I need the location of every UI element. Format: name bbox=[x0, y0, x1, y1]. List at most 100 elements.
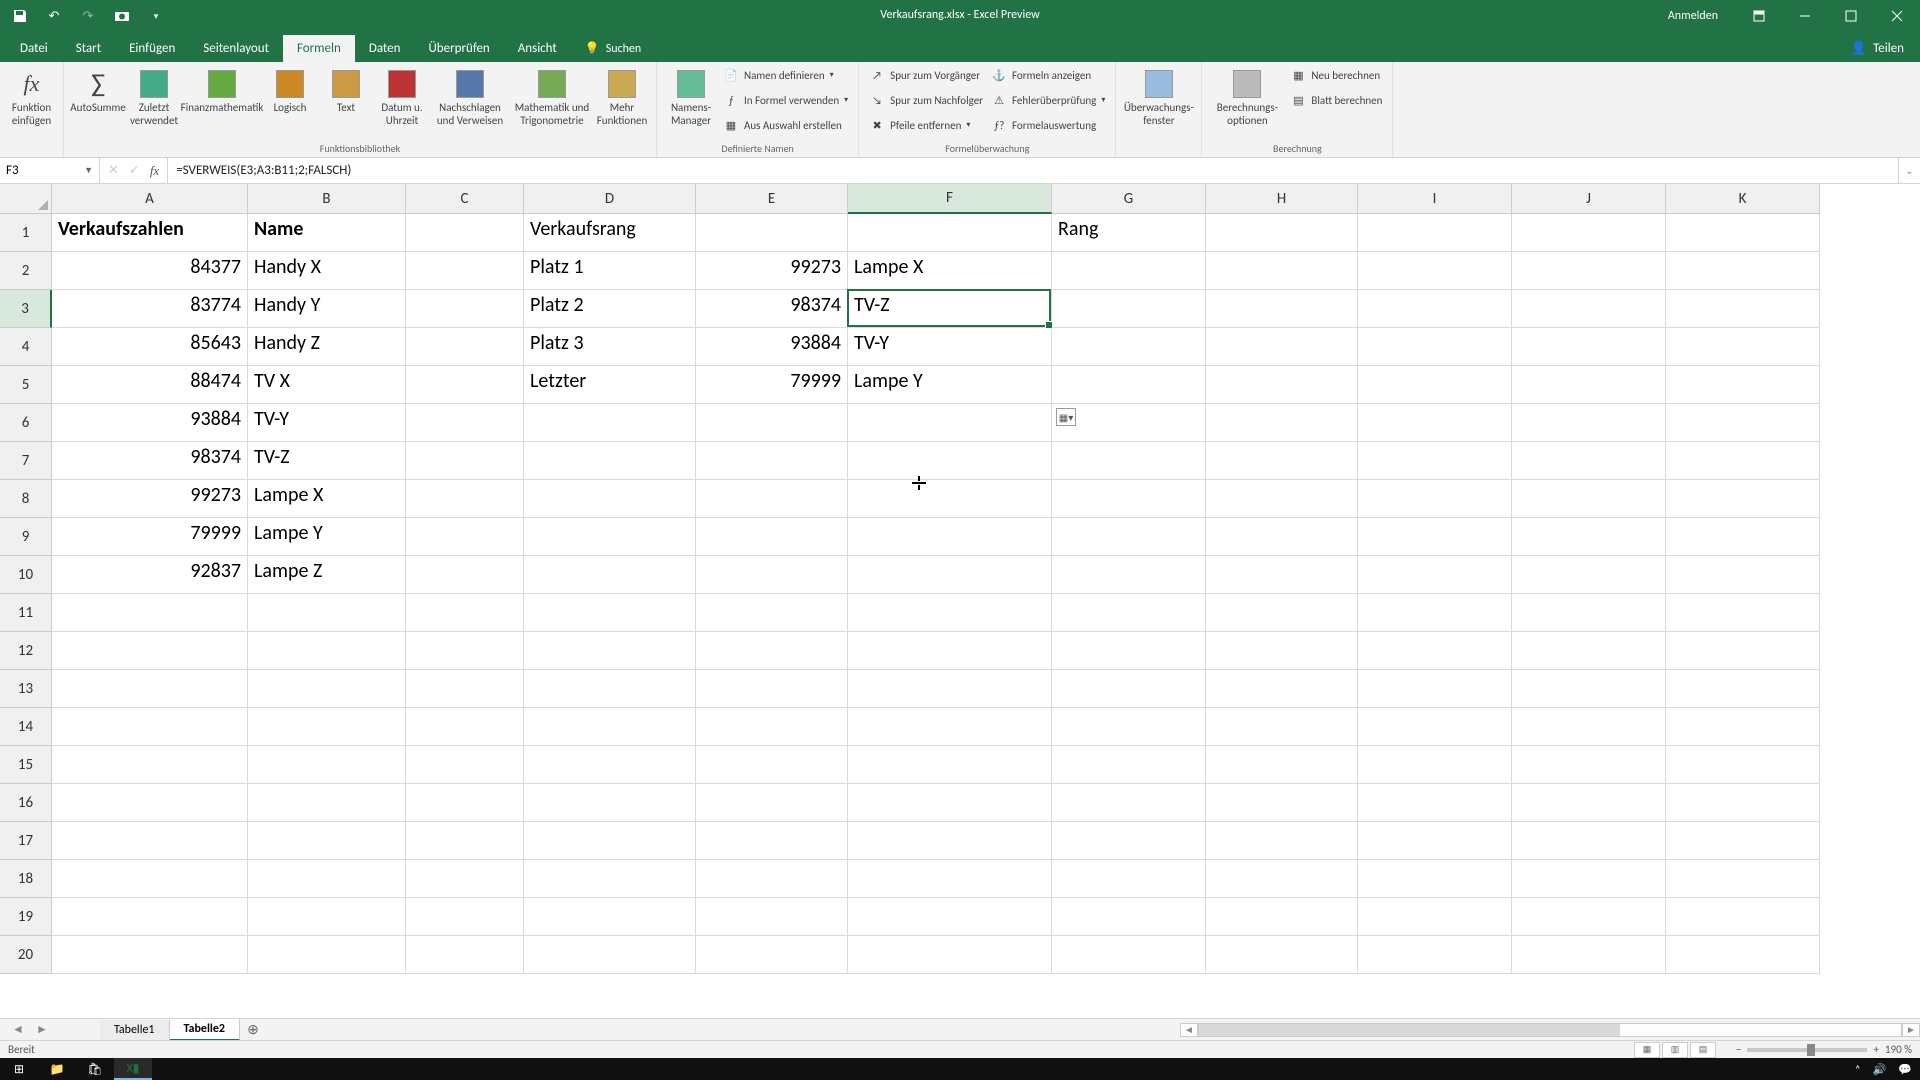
cell-E5[interactable]: 79999 bbox=[696, 366, 848, 404]
cell-A16[interactable] bbox=[52, 784, 248, 822]
cell-B18[interactable] bbox=[248, 860, 406, 898]
cell-G1[interactable]: Rang bbox=[1052, 214, 1206, 252]
cell-K18[interactable] bbox=[1666, 860, 1820, 898]
cell-J2[interactable] bbox=[1512, 252, 1666, 290]
cell-D7[interactable] bbox=[524, 442, 696, 480]
cell-H2[interactable] bbox=[1206, 252, 1358, 290]
horizontal-scrollbar[interactable]: ◄ ► bbox=[1180, 1023, 1920, 1037]
col-header-H[interactable]: H bbox=[1206, 184, 1358, 214]
autofill-options-button[interactable]: ▦▾ bbox=[1056, 408, 1076, 426]
cell-B10[interactable]: Lampe Z bbox=[248, 556, 406, 594]
cell-B6[interactable]: TV-Y bbox=[248, 404, 406, 442]
col-header-K[interactable]: K bbox=[1666, 184, 1820, 214]
lookup-button[interactable]: Nachschlagen und Verweisen bbox=[430, 64, 510, 127]
volume-icon[interactable]: 🔊 bbox=[1873, 1063, 1887, 1076]
cell-H8[interactable] bbox=[1206, 480, 1358, 518]
cell-F9[interactable] bbox=[848, 518, 1052, 556]
cell-J8[interactable] bbox=[1512, 480, 1666, 518]
row-header-20[interactable]: 20 bbox=[0, 936, 52, 974]
notifications-icon[interactable]: 💬 bbox=[1898, 1063, 1912, 1076]
cell-D18[interactable] bbox=[524, 860, 696, 898]
cell-F8[interactable] bbox=[848, 480, 1052, 518]
row-header-12[interactable]: 12 bbox=[0, 632, 52, 670]
tray-up-icon[interactable]: ˄ bbox=[1855, 1063, 1861, 1076]
col-header-J[interactable]: J bbox=[1512, 184, 1666, 214]
cell-A12[interactable] bbox=[52, 632, 248, 670]
row-header-14[interactable]: 14 bbox=[0, 708, 52, 746]
scroll-thumb[interactable] bbox=[1199, 1024, 1620, 1036]
cell-E16[interactable] bbox=[696, 784, 848, 822]
cell-J7[interactable] bbox=[1512, 442, 1666, 480]
cell-C6[interactable] bbox=[406, 404, 524, 442]
cell-K6[interactable] bbox=[1666, 404, 1820, 442]
cell-J6[interactable] bbox=[1512, 404, 1666, 442]
define-name-button[interactable]: 📄Namen definieren ▾ bbox=[723, 64, 848, 86]
cell-F4[interactable]: TV-Y bbox=[848, 328, 1052, 366]
cell-H12[interactable] bbox=[1206, 632, 1358, 670]
cell-B17[interactable] bbox=[248, 822, 406, 860]
cell-G17[interactable] bbox=[1052, 822, 1206, 860]
cell-C9[interactable] bbox=[406, 518, 524, 556]
cell-K10[interactable] bbox=[1666, 556, 1820, 594]
scroll-left-icon[interactable]: ◄ bbox=[1180, 1023, 1198, 1037]
account-sign-in[interactable]: Anmelden bbox=[1650, 9, 1736, 23]
cell-G8[interactable] bbox=[1052, 480, 1206, 518]
chevron-down-icon[interactable]: ▼ bbox=[84, 165, 93, 176]
cell-I5[interactable] bbox=[1358, 366, 1512, 404]
cell-E14[interactable] bbox=[696, 708, 848, 746]
row-header-1[interactable]: 1 bbox=[0, 214, 52, 252]
cell-D5[interactable]: Letzter bbox=[524, 366, 696, 404]
cell-E8[interactable] bbox=[696, 480, 848, 518]
cell-E10[interactable] bbox=[696, 556, 848, 594]
name-box[interactable]: F3 ▼ bbox=[0, 158, 100, 183]
cell-A1[interactable]: Verkaufszahlen bbox=[52, 214, 248, 252]
cell-D16[interactable] bbox=[524, 784, 696, 822]
close-icon[interactable] bbox=[1874, 0, 1920, 32]
cell-A10[interactable]: 92837 bbox=[52, 556, 248, 594]
cell-E6[interactable] bbox=[696, 404, 848, 442]
cell-K17[interactable] bbox=[1666, 822, 1820, 860]
cell-A17[interactable] bbox=[52, 822, 248, 860]
cell-G7[interactable] bbox=[1052, 442, 1206, 480]
cell-K20[interactable] bbox=[1666, 936, 1820, 974]
remove-arrows-button[interactable]: ✖Pfeile entfernen ▾ bbox=[869, 114, 983, 136]
cell-H4[interactable] bbox=[1206, 328, 1358, 366]
cell-F2[interactable]: Lampe X bbox=[848, 252, 1052, 290]
cell-B1[interactable]: Name bbox=[248, 214, 406, 252]
cell-D17[interactable] bbox=[524, 822, 696, 860]
cell-D19[interactable] bbox=[524, 898, 696, 936]
show-formulas-button[interactable]: ⚓Formeln anzeigen bbox=[991, 64, 1105, 86]
cell-J5[interactable] bbox=[1512, 366, 1666, 404]
view-page-break-icon[interactable]: ▤ bbox=[1690, 1042, 1716, 1058]
cell-E13[interactable] bbox=[696, 670, 848, 708]
insert-function-button[interactable]: fx Funktion einfügen bbox=[6, 64, 57, 127]
cell-J12[interactable] bbox=[1512, 632, 1666, 670]
zoom-slider[interactable] bbox=[1747, 1048, 1867, 1052]
cell-J1[interactable] bbox=[1512, 214, 1666, 252]
cell-F18[interactable] bbox=[848, 860, 1052, 898]
cell-C17[interactable] bbox=[406, 822, 524, 860]
sheet-tab-tabelle2[interactable]: Tabelle2 bbox=[170, 1019, 240, 1041]
cell-J3[interactable] bbox=[1512, 290, 1666, 328]
cell-G12[interactable] bbox=[1052, 632, 1206, 670]
cell-K8[interactable] bbox=[1666, 480, 1820, 518]
row-header-19[interactable]: 19 bbox=[0, 898, 52, 936]
cell-H6[interactable] bbox=[1206, 404, 1358, 442]
cell-B20[interactable] bbox=[248, 936, 406, 974]
watch-window-button[interactable]: Überwachungs-fenster bbox=[1122, 64, 1195, 127]
cell-K5[interactable] bbox=[1666, 366, 1820, 404]
cell-K13[interactable] bbox=[1666, 670, 1820, 708]
row-header-4[interactable]: 4 bbox=[0, 328, 52, 366]
cell-I10[interactable] bbox=[1358, 556, 1512, 594]
cell-J17[interactable] bbox=[1512, 822, 1666, 860]
maximize-icon[interactable] bbox=[1828, 0, 1874, 32]
cell-F19[interactable] bbox=[848, 898, 1052, 936]
cell-G20[interactable] bbox=[1052, 936, 1206, 974]
cell-C15[interactable] bbox=[406, 746, 524, 784]
cell-C1[interactable] bbox=[406, 214, 524, 252]
cell-A2[interactable]: 84377 bbox=[52, 252, 248, 290]
cell-I4[interactable] bbox=[1358, 328, 1512, 366]
cell-J4[interactable] bbox=[1512, 328, 1666, 366]
col-header-E[interactable]: E bbox=[696, 184, 848, 214]
cell-C11[interactable] bbox=[406, 594, 524, 632]
